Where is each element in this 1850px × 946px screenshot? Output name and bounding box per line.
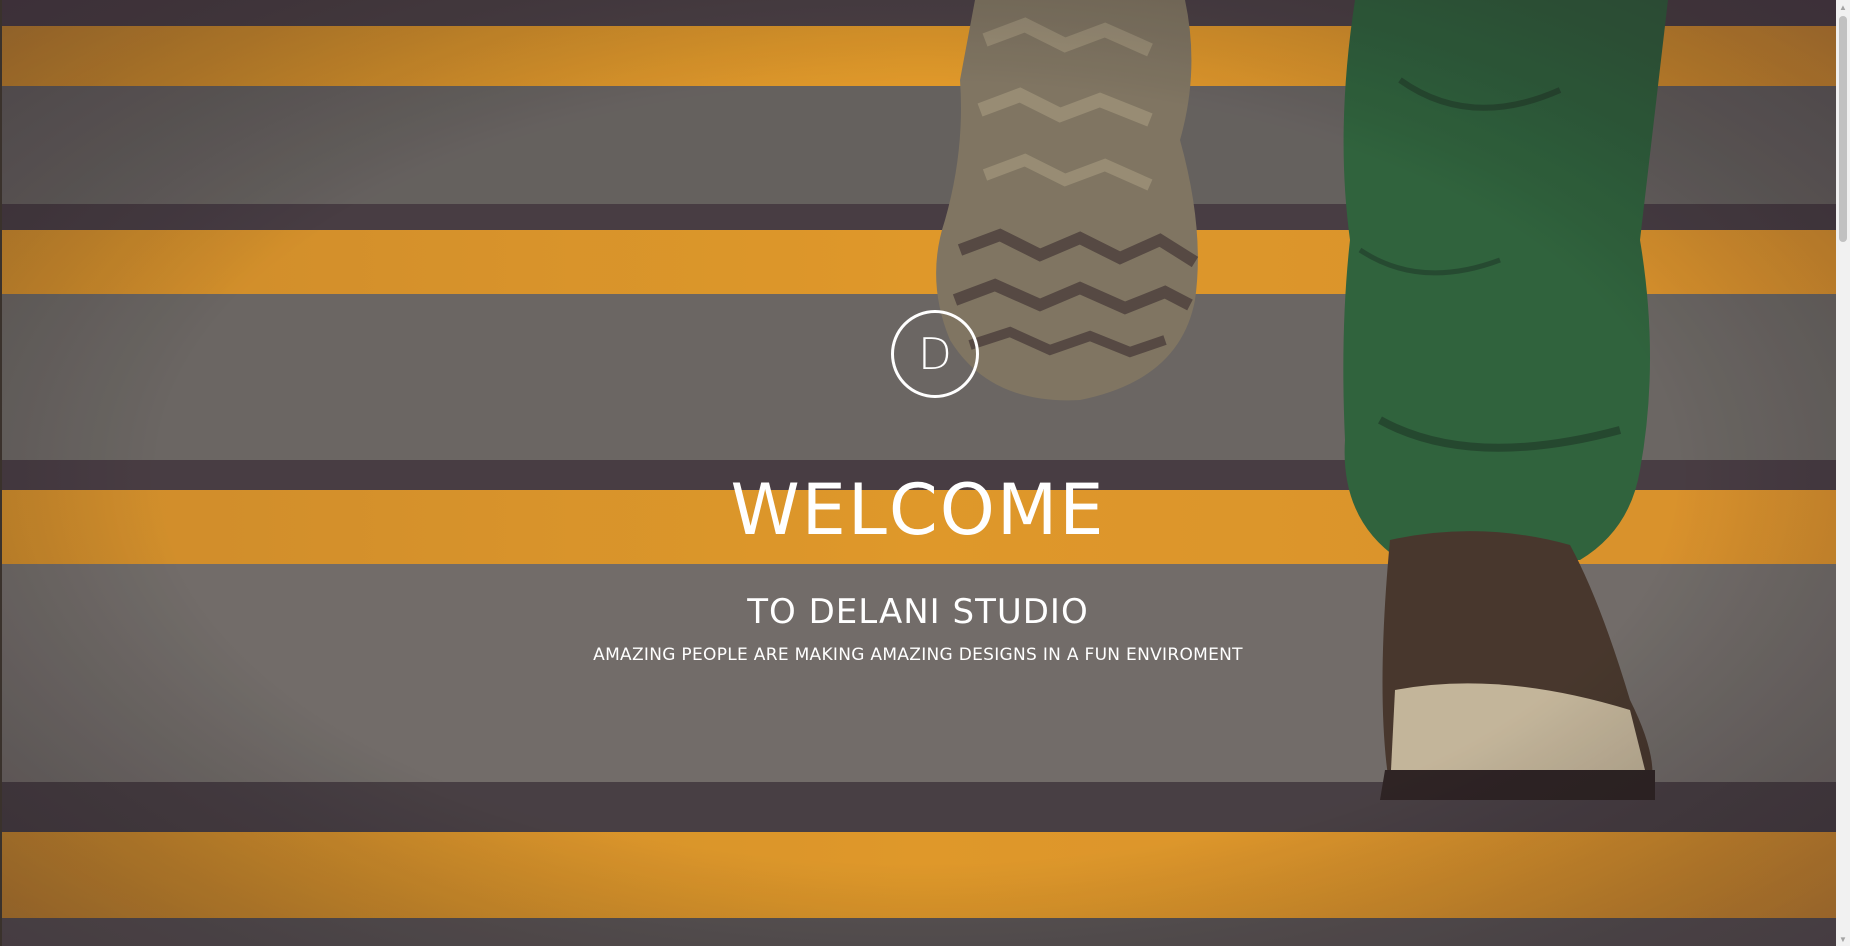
scroll-down-arrow-icon[interactable]: ▼ [1836, 932, 1850, 946]
scrollbar-thumb[interactable] [1839, 16, 1847, 242]
logo-letter: D [918, 328, 952, 380]
hero-tagline: AMAZING PEOPLE ARE MAKING AMAZING DESIGN… [593, 645, 1243, 665]
logo-badge[interactable]: D [891, 310, 979, 398]
page-viewport: D WELCOME TO DELANI STUDIO AMAZING PEOPL… [0, 0, 1836, 946]
hero-title: WELCOME [730, 469, 1106, 551]
hero-section: D WELCOME TO DELANI STUDIO AMAZING PEOPL… [0, 0, 1836, 946]
scroll-up-arrow-icon[interactable]: ▲ [1836, 0, 1850, 14]
hero-subtitle: TO DELANI STUDIO [747, 592, 1089, 632]
vertical-scrollbar[interactable]: ▲ ▼ [1836, 0, 1850, 946]
